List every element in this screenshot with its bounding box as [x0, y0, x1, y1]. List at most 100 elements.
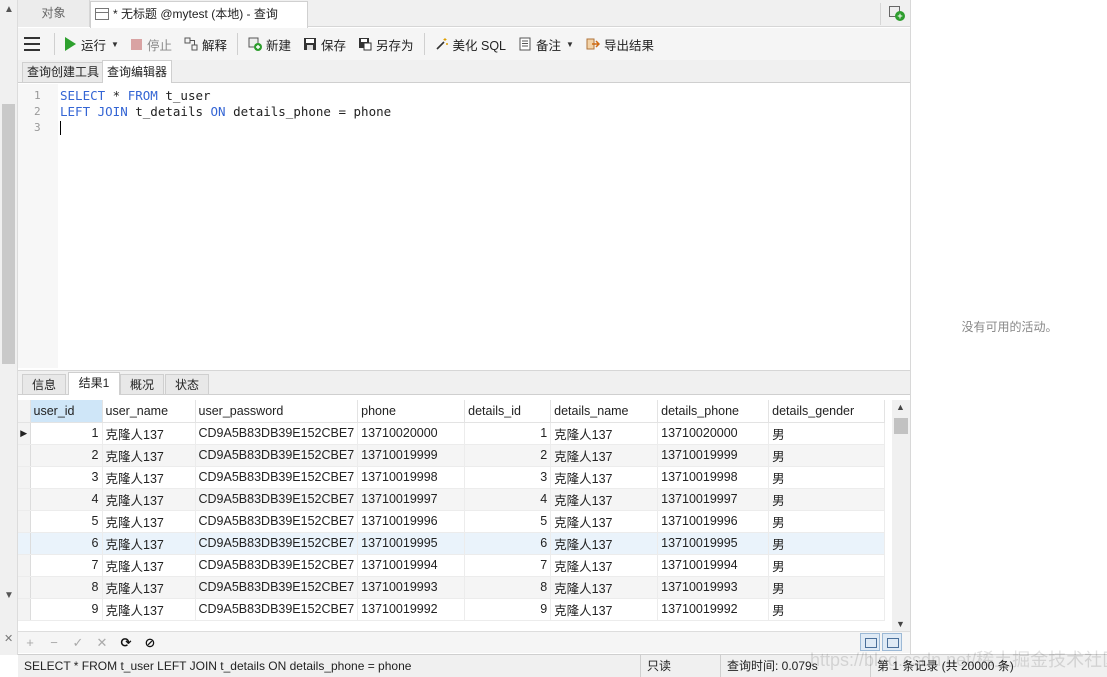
- table-cell[interactable]: 9: [464, 598, 552, 621]
- table-cell[interactable]: 5: [30, 510, 103, 533]
- row-indicator[interactable]: [18, 444, 31, 467]
- table-cell[interactable]: 5: [464, 510, 552, 533]
- table-cell[interactable]: 男: [768, 532, 886, 555]
- table-cell[interactable]: CD9A5B83DB39E152CBE7: [195, 576, 359, 599]
- table-cell[interactable]: 9: [30, 598, 103, 621]
- table-cell[interactable]: 13710019994: [657, 554, 770, 577]
- table-cell[interactable]: 克隆人137: [102, 488, 196, 511]
- table-cell[interactable]: 克隆人137: [550, 444, 659, 467]
- table-cell[interactable]: 13710019999: [357, 444, 466, 467]
- tab-query-builder[interactable]: 查询创建工具: [22, 62, 105, 83]
- table-cell[interactable]: 13710019998: [657, 466, 770, 489]
- tab-query-editor[interactable]: 查询编辑器: [102, 60, 173, 83]
- row-indicator[interactable]: ▶: [18, 422, 31, 445]
- tab-profile[interactable]: 概况: [120, 374, 164, 395]
- stop-button[interactable]: 停止: [125, 32, 178, 56]
- table-cell[interactable]: CD9A5B83DB39E152CBE7: [195, 554, 359, 577]
- table-cell[interactable]: 3: [464, 466, 552, 489]
- table-cell[interactable]: 13710019996: [657, 510, 770, 533]
- tab-query[interactable]: * 无标题 @mytest (本地) - 查询: [90, 1, 308, 28]
- table-row[interactable]: 7 克隆人137 CD9A5B83DB39E152CBE7 13710019994 7 克…: [18, 554, 886, 577]
- table-cell[interactable]: 13710019993: [357, 576, 466, 599]
- table-cell[interactable]: 13710020000: [357, 422, 466, 445]
- table-cell[interactable]: 13710019997: [657, 488, 770, 511]
- table-cell[interactable]: 克隆人137: [550, 510, 659, 533]
- table-cell[interactable]: 7: [30, 554, 103, 577]
- table-cell[interactable]: 男: [768, 422, 886, 445]
- column-header[interactable]: user_id: [30, 400, 103, 423]
- table-row[interactable]: 3 克隆人137 CD9A5B83DB39E152CBE7 13710019998 3 克…: [18, 466, 886, 489]
- row-indicator[interactable]: [18, 554, 31, 577]
- row-indicator[interactable]: [18, 466, 31, 489]
- chevron-down-icon[interactable]: ▼: [566, 40, 574, 49]
- run-button[interactable]: 运行 ▼: [59, 32, 125, 56]
- export-result-button[interactable]: 导出结果: [580, 32, 660, 56]
- table-cell[interactable]: 男: [768, 444, 886, 467]
- save-button[interactable]: 保存: [297, 32, 352, 56]
- scroll-up-icon[interactable]: ▲: [896, 402, 905, 412]
- table-cell[interactable]: CD9A5B83DB39E152CBE7: [195, 422, 359, 445]
- row-indicator[interactable]: [18, 510, 31, 533]
- table-cell[interactable]: 6: [30, 532, 103, 555]
- column-header[interactable]: details_name: [550, 400, 659, 423]
- table-cell[interactable]: 克隆人137: [102, 554, 196, 577]
- add-record-button[interactable]: +: [18, 635, 42, 650]
- table-cell[interactable]: CD9A5B83DB39E152CBE7: [195, 532, 359, 555]
- row-indicator[interactable]: [18, 532, 31, 555]
- column-header[interactable]: phone: [357, 400, 466, 423]
- table-cell[interactable]: 4: [464, 488, 552, 511]
- table-cell[interactable]: 13710019997: [357, 488, 466, 511]
- table-cell[interactable]: 男: [768, 466, 886, 489]
- comment-button[interactable]: 备注 ▼: [512, 32, 580, 56]
- left-scrollbar[interactable]: ▲ ▼ ✕: [0, 0, 18, 655]
- table-row[interactable]: 6 克隆人137 CD9A5B83DB39E152CBE7 13710019995 6 克…: [18, 532, 886, 555]
- table-cell[interactable]: 男: [768, 576, 886, 599]
- row-indicator[interactable]: [18, 488, 31, 511]
- table-row[interactable]: ▶ 1 克隆人137 CD9A5B83DB39E152CBE7 13710020000 1…: [18, 422, 886, 445]
- table-cell[interactable]: 8: [464, 576, 552, 599]
- table-cell[interactable]: 1: [30, 422, 103, 445]
- table-cell[interactable]: 7: [464, 554, 552, 577]
- table-row[interactable]: 2 克隆人137 CD9A5B83DB39E152CBE7 13710019999 2 克…: [18, 444, 886, 467]
- table-cell[interactable]: CD9A5B83DB39E152CBE7: [195, 598, 359, 621]
- table-cell[interactable]: 2: [30, 444, 103, 467]
- table-cell[interactable]: 克隆人137: [550, 554, 659, 577]
- table-row[interactable]: 8 克隆人137 CD9A5B83DB39E152CBE7 13710019993 8 克…: [18, 576, 886, 599]
- column-header[interactable]: details_gender: [768, 400, 886, 423]
- table-cell[interactable]: 克隆人137: [550, 598, 659, 621]
- table-cell[interactable]: 4: [30, 488, 103, 511]
- table-cell[interactable]: 6: [464, 532, 552, 555]
- tab-status[interactable]: 状态: [165, 374, 209, 395]
- scrollbar-thumb[interactable]: [894, 418, 908, 434]
- grid-vertical-scrollbar[interactable]: ▲ ▼: [892, 400, 910, 631]
- table-cell[interactable]: 男: [768, 598, 886, 621]
- table-cell[interactable]: CD9A5B83DB39E152CBE7: [195, 510, 359, 533]
- table-cell[interactable]: 克隆人137: [102, 576, 196, 599]
- table-row[interactable]: 9 克隆人137 CD9A5B83DB39E152CBE7 13710019992 9 克…: [18, 598, 886, 621]
- menu-icon[interactable]: [24, 37, 40, 51]
- table-cell[interactable]: 克隆人137: [550, 532, 659, 555]
- table-cell[interactable]: 克隆人137: [102, 466, 196, 489]
- refresh-button[interactable]: ⟳: [114, 635, 138, 651]
- save-as-button[interactable]: 另存为: [352, 32, 420, 56]
- scroll-up-icon[interactable]: ▲: [4, 4, 14, 15]
- tab-result1[interactable]: 结果1: [68, 372, 120, 395]
- column-header[interactable]: user_name: [102, 400, 196, 423]
- chevron-down-icon[interactable]: ▼: [111, 40, 119, 49]
- table-cell[interactable]: 克隆人137: [550, 576, 659, 599]
- table-cell[interactable]: 3: [30, 466, 103, 489]
- table-row[interactable]: 4 克隆人137 CD9A5B83DB39E152CBE7 13710019997 4 克…: [18, 488, 886, 511]
- beautify-sql-button[interactable]: 美化 SQL: [429, 32, 513, 56]
- table-cell[interactable]: CD9A5B83DB39E152CBE7: [195, 488, 359, 511]
- table-cell[interactable]: 13710019998: [357, 466, 466, 489]
- table-cell[interactable]: 克隆人137: [102, 422, 196, 445]
- table-cell[interactable]: 2: [464, 444, 552, 467]
- sql-editor[interactable]: 1 2 3 SELECT * FROM t_user LEFT JOIN t_d…: [18, 84, 908, 368]
- table-cell[interactable]: 克隆人137: [102, 510, 196, 533]
- new-button[interactable]: 新建: [242, 32, 297, 56]
- tab-info[interactable]: 信息: [22, 374, 66, 395]
- table-cell[interactable]: 克隆人137: [550, 466, 659, 489]
- table-cell[interactable]: 13710019992: [657, 598, 770, 621]
- table-cell[interactable]: CD9A5B83DB39E152CBE7: [195, 444, 359, 467]
- explain-button[interactable]: 解释: [178, 32, 233, 56]
